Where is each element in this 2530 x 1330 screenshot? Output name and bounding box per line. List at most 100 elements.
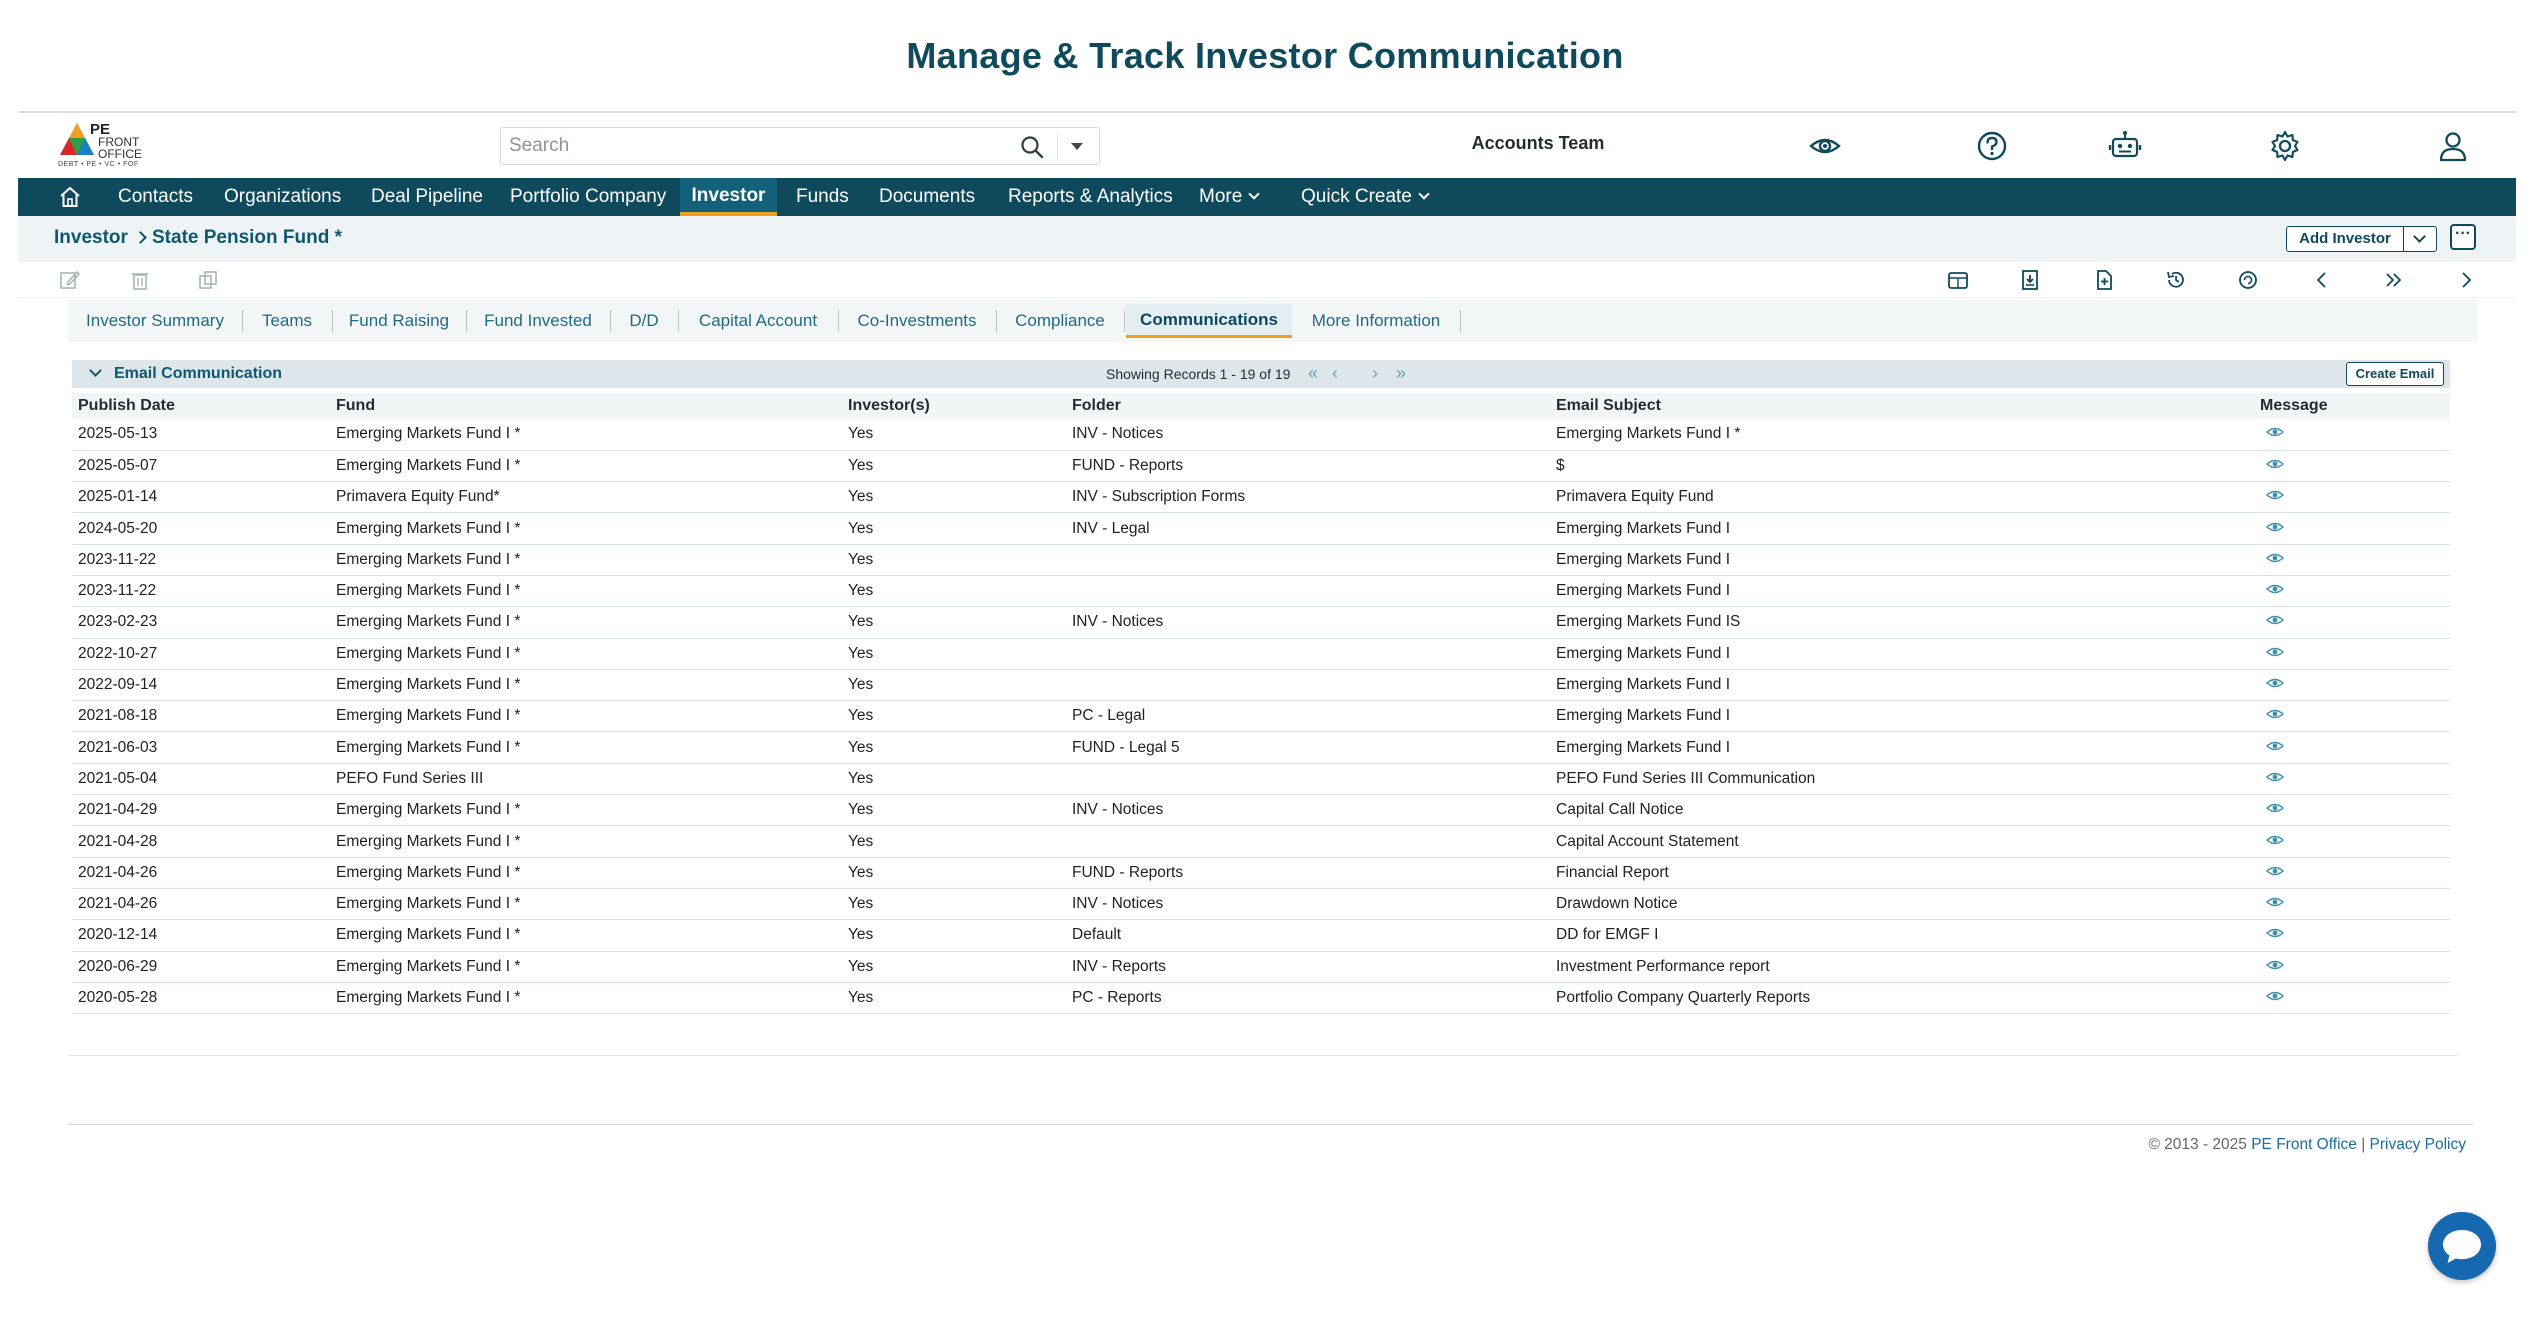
next-icon[interactable] xyxy=(2454,268,2478,292)
nav-reports-analytics[interactable]: Reports & Analytics xyxy=(1004,178,1177,216)
duplicate-icon[interactable] xyxy=(196,268,220,292)
app-logo[interactable]: PE FRONT OFFICE DEBT • PE • VC • FOF xyxy=(58,119,158,173)
team-selector[interactable]: Accounts Team xyxy=(1458,133,1618,154)
nav-documents[interactable]: Documents xyxy=(875,178,979,216)
more-actions-button[interactable]: ··· xyxy=(2450,224,2476,250)
add-investor-button[interactable]: Add Investor xyxy=(2286,226,2404,252)
view-message-icon[interactable] xyxy=(2266,990,2284,1002)
view-message-icon[interactable] xyxy=(2266,896,2284,908)
view-message-icon[interactable] xyxy=(2266,708,2284,720)
view-message-icon[interactable] xyxy=(2266,927,2284,939)
eye-icon[interactable] xyxy=(1808,129,1842,163)
add-investor-dropdown[interactable] xyxy=(2403,226,2437,252)
help-icon[interactable] xyxy=(1975,129,2009,163)
table-row[interactable]: 2022-10-27 Emerging Markets Fund I * Yes Em… xyxy=(72,638,2450,670)
tab-compliance[interactable]: Compliance xyxy=(996,304,1125,338)
table-row[interactable]: 2021-08-18 Emerging Markets Fund I * Yes PC… xyxy=(72,700,2450,733)
column-header-folder[interactable]: Folder xyxy=(1066,393,1550,419)
tab-communications[interactable]: Communications xyxy=(1126,304,1292,338)
table-row[interactable]: 2021-05-04 PEFO Fund Series III Yes PEFO Fu… xyxy=(72,763,2450,796)
refresh-icon[interactable] xyxy=(2236,268,2260,292)
robot-icon[interactable] xyxy=(2108,129,2142,163)
create-email-button[interactable]: Create Email xyxy=(2346,362,2444,386)
table-row[interactable]: 2021-04-28 Emerging Markets Fund I * Yes Ca… xyxy=(72,825,2450,858)
table-row[interactable]: 2023-11-22 Emerging Markets Fund I * Yes Em… xyxy=(72,575,2450,608)
table-row[interactable]: 2020-06-29 Emerging Markets Fund I * Yes IN… xyxy=(72,951,2450,983)
view-message-icon[interactable] xyxy=(2266,489,2284,501)
search-scope-dropdown-icon[interactable] xyxy=(1071,143,1083,150)
view-message-icon[interactable] xyxy=(2266,802,2284,814)
gear-icon[interactable] xyxy=(2268,129,2302,163)
tab-co-investments[interactable]: Co-Investments xyxy=(838,304,997,338)
table-row[interactable]: 2023-02-23 Emerging Markets Fund I * Yes IN… xyxy=(72,606,2450,639)
calendar-icon[interactable] xyxy=(1946,268,1970,292)
view-message-icon[interactable] xyxy=(2266,614,2284,626)
table-row[interactable]: 2025-05-07 Emerging Markets Fund I * Yes FU… xyxy=(72,450,2450,483)
table-row[interactable]: 2020-05-28 Emerging Markets Fund I * Yes PC… xyxy=(72,982,2450,1015)
column-header-investors[interactable]: Investor(s) xyxy=(842,393,1066,419)
nav-contacts[interactable]: Contacts xyxy=(114,178,197,216)
nav-investor[interactable]: Investor xyxy=(680,178,777,216)
nav-funds[interactable]: Funds xyxy=(792,178,853,216)
table-row[interactable]: 2021-04-26 Emerging Markets Fund I * Yes FU… xyxy=(72,857,2450,889)
view-message-icon[interactable] xyxy=(2266,740,2284,752)
panel-title[interactable]: Email Communication xyxy=(114,365,282,383)
column-header-publish-date[interactable]: Publish Date xyxy=(72,393,330,419)
company-link[interactable]: PE Front Office xyxy=(2251,1136,2357,1153)
nav-quick-create[interactable]: Quick Create xyxy=(1297,178,1432,216)
archive-icon[interactable] xyxy=(2018,268,2042,292)
document-icon[interactable] xyxy=(2092,268,2116,292)
view-message-icon[interactable] xyxy=(2266,771,2284,783)
search-icon[interactable] xyxy=(1019,134,1045,160)
view-message-icon[interactable] xyxy=(2266,521,2284,533)
nav-deal-pipeline[interactable]: Deal Pipeline xyxy=(367,178,487,216)
table-row[interactable]: 2025-01-14 Primavera Equity Fund* Yes INV -… xyxy=(72,481,2450,514)
history-icon[interactable] xyxy=(2164,268,2188,292)
last-icon[interactable] xyxy=(2382,268,2406,292)
column-header-email-subject[interactable]: Email Subject xyxy=(1550,393,2254,419)
view-message-icon[interactable] xyxy=(2266,646,2284,658)
table-row[interactable]: 2022-09-14 Emerging Markets Fund I * Yes Em… xyxy=(72,669,2450,702)
view-message-icon[interactable] xyxy=(2266,677,2284,689)
chat-button[interactable] xyxy=(2428,1212,2496,1280)
view-message-icon[interactable] xyxy=(2266,458,2284,470)
tab-teams[interactable]: Teams xyxy=(242,304,333,338)
column-header-fund[interactable]: Fund xyxy=(330,393,842,419)
table-row[interactable]: 2024-05-20 Emerging Markets Fund I * Yes IN… xyxy=(72,512,2450,545)
search-input[interactable] xyxy=(501,128,1011,164)
nav-more[interactable]: More xyxy=(1195,178,1262,216)
view-message-icon[interactable] xyxy=(2266,583,2284,595)
home-icon[interactable] xyxy=(58,185,82,209)
table-row[interactable]: 2023-11-22 Emerging Markets Fund I * Yes Em… xyxy=(72,544,2450,576)
view-message-icon[interactable] xyxy=(2266,834,2284,846)
tab-investor-summary[interactable]: Investor Summary xyxy=(68,304,243,338)
table-row[interactable]: 2025-05-13 Emerging Markets Fund I * Yes IN… xyxy=(72,419,2450,451)
tab-dd[interactable]: D/D xyxy=(610,304,679,338)
tab-fund-raising[interactable]: Fund Raising xyxy=(332,304,467,338)
edit-icon[interactable] xyxy=(58,268,82,292)
first-page-icon[interactable]: « xyxy=(1308,364,1318,382)
user-icon[interactable] xyxy=(2436,129,2470,163)
table-row[interactable]: 2021-06-03 Emerging Markets Fund I * Yes FU… xyxy=(72,731,2450,764)
collapse-chevron-icon[interactable] xyxy=(89,364,102,377)
privacy-policy-link[interactable]: Privacy Policy xyxy=(2370,1136,2466,1153)
view-message-icon[interactable] xyxy=(2266,426,2284,438)
previous-page-icon[interactable]: ‹ xyxy=(1332,364,1338,382)
view-message-icon[interactable] xyxy=(2266,552,2284,564)
table-row[interactable]: 2021-04-26 Emerging Markets Fund I * Yes IN… xyxy=(72,888,2450,921)
view-message-icon[interactable] xyxy=(2266,865,2284,877)
tab-more-information[interactable]: More Information xyxy=(1292,304,1461,338)
tab-capital-account[interactable]: Capital Account xyxy=(678,304,839,338)
table-row[interactable]: 2020-12-14 Emerging Markets Fund I * Yes De… xyxy=(72,919,2450,952)
delete-icon[interactable] xyxy=(128,268,152,292)
column-header-message[interactable]: Message xyxy=(2254,393,2450,419)
next-page-icon[interactable]: › xyxy=(1372,364,1378,382)
prev-icon[interactable] xyxy=(2310,268,2334,292)
nav-portfolio-company[interactable]: Portfolio Company xyxy=(506,178,670,216)
view-message-icon[interactable] xyxy=(2266,959,2284,971)
tab-fund-invested[interactable]: Fund Invested xyxy=(466,304,611,338)
table-row[interactable]: 2021-04-29 Emerging Markets Fund I * Yes IN… xyxy=(72,794,2450,827)
nav-organizations[interactable]: Organizations xyxy=(220,178,345,216)
breadcrumb-investor[interactable]: Investor xyxy=(54,227,128,249)
last-page-icon[interactable]: » xyxy=(1396,364,1406,382)
